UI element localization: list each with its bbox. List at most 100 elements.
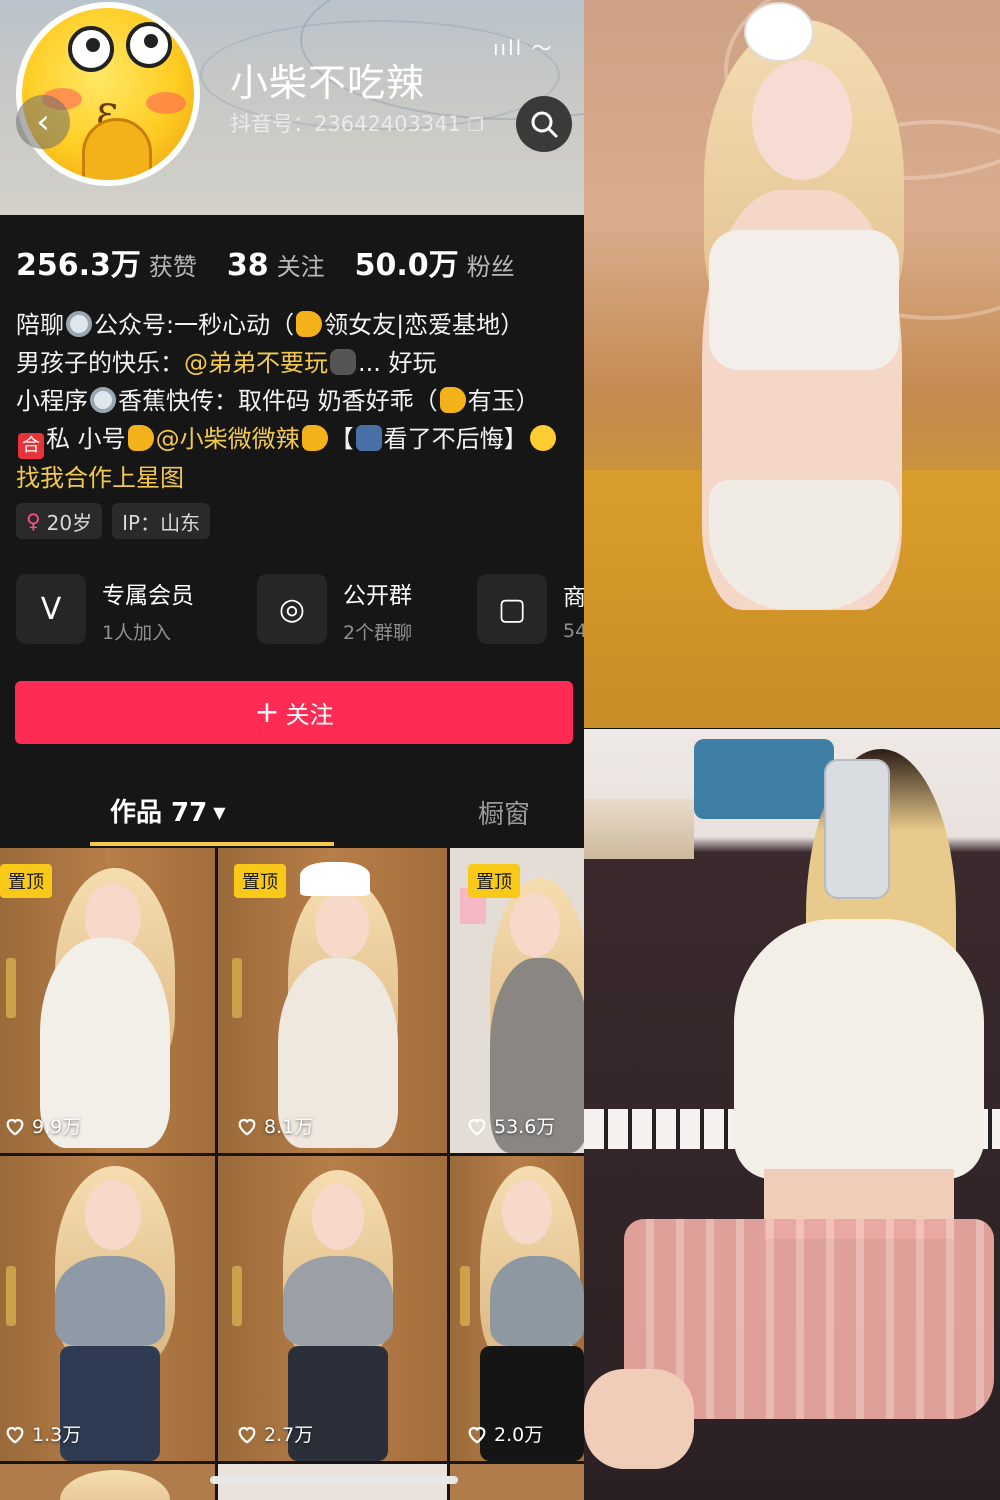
stats-row: 256.3万 获赞 38 关注 50.0万 粉丝 [16, 240, 515, 284]
feature-subtitle: 2个群聊 [343, 621, 413, 644]
heart-icon [6, 1426, 24, 1444]
follow-button[interactable]: + 关注 [15, 681, 573, 744]
video-thumbnail[interactable]: 置顶 8.1万 [218, 848, 447, 1153]
phone-icon [824, 759, 890, 899]
pointing-hand-emoji-icon [301, 425, 328, 451]
pinned-badge: 置顶 [468, 864, 520, 898]
magnifier-emoji-icon [90, 387, 116, 413]
back-button[interactable]: ‹ [16, 95, 70, 149]
tab-works-label: 作品 77 [110, 798, 208, 828]
copy-icon[interactable]: ❐ [468, 115, 484, 136]
pointing-hand-emoji-icon [296, 311, 323, 337]
plus-icon: + [254, 695, 280, 730]
bio-line-4: 合私 小号 @小柴微微辣 【 看了不后悔】 [16, 420, 584, 459]
bio-line-2: 男孩子的快乐：@弟弟不要玩 ... 好玩 [16, 344, 584, 382]
feature-vip-membership[interactable]: V 专属会员 1人加入 [16, 574, 194, 646]
pinned-badge: 置顶 [0, 864, 52, 898]
like-count-text: 9.9万 [32, 1116, 82, 1138]
active-tab-indicator [90, 842, 334, 846]
pointing-hand-emoji-icon [439, 387, 466, 413]
feature-public-group[interactable]: ◎ 公开群 2个群聊 [257, 574, 412, 646]
stat-following-label: 关注 [276, 253, 325, 281]
stat-likes-value: 256.3万 [16, 248, 141, 283]
tab-works[interactable]: 作品 77 ▼ [110, 792, 226, 829]
search-icon [531, 111, 558, 138]
profile-bio: 陪聊 公众号:一秒心动（ 领女友|恋爱基地） 男孩子的快乐：@弟弟不要玩 ... 好玩… [16, 306, 584, 497]
profile-tags: ♀ 20岁 IP：山东 [16, 503, 211, 539]
female-icon: ♀ [26, 509, 41, 533]
bio-text: 领女友|恋爱基地） [324, 311, 525, 339]
like-count-text: 2.7万 [264, 1424, 314, 1446]
search-button[interactable] [516, 96, 572, 152]
pinned-badge: 置顶 [234, 864, 286, 898]
mention-link[interactable]: @弟弟不要玩 [184, 349, 328, 377]
video-thumbnail[interactable]: 1.3万 [0, 1156, 215, 1461]
feature-entries: V 专属会员 1人加入 ◎ 公开群 2个群聊 ▢ 商 54 [16, 574, 584, 646]
age-tag: ♀ 20岁 [16, 503, 103, 539]
like-count-text: 1.3万 [32, 1424, 82, 1446]
feature-shop[interactable]: ▢ 商 54 [477, 574, 584, 646]
video-grid: 置顶 9.9万 置顶 8.1万 置顶 53.6万 1.3万 2.7万 2.0万 [0, 848, 584, 1500]
bio-text: ... 好玩 [358, 349, 437, 377]
bio-text: 有玉） [467, 387, 540, 415]
tab-showcase[interactable]: 橱窗 [478, 794, 530, 831]
shop-bag-icon: ▢ [477, 574, 547, 644]
mention-link[interactable]: @小柴微微辣 [156, 425, 300, 453]
magnifier-emoji-icon [66, 311, 92, 337]
follow-label: 关注 [285, 701, 334, 729]
bio-line-3: 小程序 香蕉快传：取件码 奶香好乖（ 有玉） [16, 382, 584, 420]
profile-screen: ε ‹ ııll 〜 小柴不吃辣 抖音号：23642403341 ❐ 256.3… [0, 0, 584, 1500]
bio-line-1: 陪聊 公众号:一秒心动（ 领女友|恋爱基地） [16, 306, 584, 344]
cooperate-link[interactable]: 找我合作上星图 [16, 459, 584, 497]
heart-icon [238, 1426, 256, 1444]
bio-text: 公众号:一秒心动（ [94, 311, 295, 339]
video-thumbnail[interactable]: 置顶 53.6万 [450, 848, 584, 1153]
video-thumbnail[interactable] [450, 1464, 584, 1500]
bio-text: 小程序 [16, 387, 88, 415]
like-count: 53.6万 [466, 1112, 555, 1139]
avatar[interactable]: ε [16, 2, 200, 186]
bear-sticker-icon [744, 2, 814, 62]
video-thumbnail[interactable]: 置顶 9.9万 [0, 848, 215, 1153]
douyin-id-text: 抖音号：23642403341 [230, 112, 461, 136]
ip-tag: IP：山东 [112, 503, 211, 539]
feature-title: 专属会员 [102, 582, 194, 609]
content-tabs: 作品 77 ▼ 橱窗 [0, 780, 584, 846]
vip-v-icon: V [16, 574, 86, 644]
heart-icon [238, 1118, 256, 1136]
profile-name: 小柴不吃辣 [230, 61, 426, 105]
feature-subtitle: 1人加入 [102, 621, 172, 644]
heart-icon [468, 1426, 486, 1444]
douyin-id[interactable]: 抖音号：23642403341 ❐ [230, 108, 484, 138]
like-count: 2.7万 [236, 1420, 313, 1447]
bio-text: 私 小号 [46, 425, 126, 453]
satellite-emoji-icon [355, 425, 382, 451]
heart-icon [468, 1118, 486, 1136]
bio-text: 【 [329, 425, 354, 453]
bio-text: 看了不后悔】 [383, 425, 528, 453]
ip-text: IP：山东 [122, 510, 201, 535]
pleading-face-emoji-icon [529, 425, 556, 451]
like-count-text: 53.6万 [494, 1116, 556, 1138]
caret-down-icon: ▼ [213, 803, 226, 822]
heart-icon [6, 1118, 24, 1136]
stat-likes-label: 获赞 [148, 253, 197, 281]
stat-following-value: 38 [226, 248, 269, 283]
gamepad-emoji-icon [330, 349, 356, 375]
status-bar-icons: ııll 〜 [493, 36, 554, 60]
like-count: 8.1万 [236, 1112, 313, 1139]
group-chat-icon: ◎ [257, 574, 327, 644]
video-thumbnail[interactable]: 2.0万 [450, 1156, 584, 1461]
red-square-emoji-icon: 合 [18, 433, 44, 459]
feature-subtitle: 54 [563, 620, 584, 642]
video-thumbnail[interactable]: 2.7万 [218, 1156, 447, 1461]
stat-following[interactable]: 38 关注 [227, 247, 325, 283]
video-thumbnail[interactable] [0, 1464, 215, 1500]
chevron-left-icon: ‹ [36, 102, 50, 142]
stat-followers-label: 粉丝 [466, 253, 515, 281]
stat-likes[interactable]: 256.3万 获赞 [16, 240, 197, 284]
photo-waterside [584, 0, 1000, 728]
stat-followers-value: 50.0万 [354, 248, 459, 283]
feature-title: 商 [563, 585, 584, 611]
stat-followers[interactable]: 50.0万 粉丝 [355, 240, 515, 284]
